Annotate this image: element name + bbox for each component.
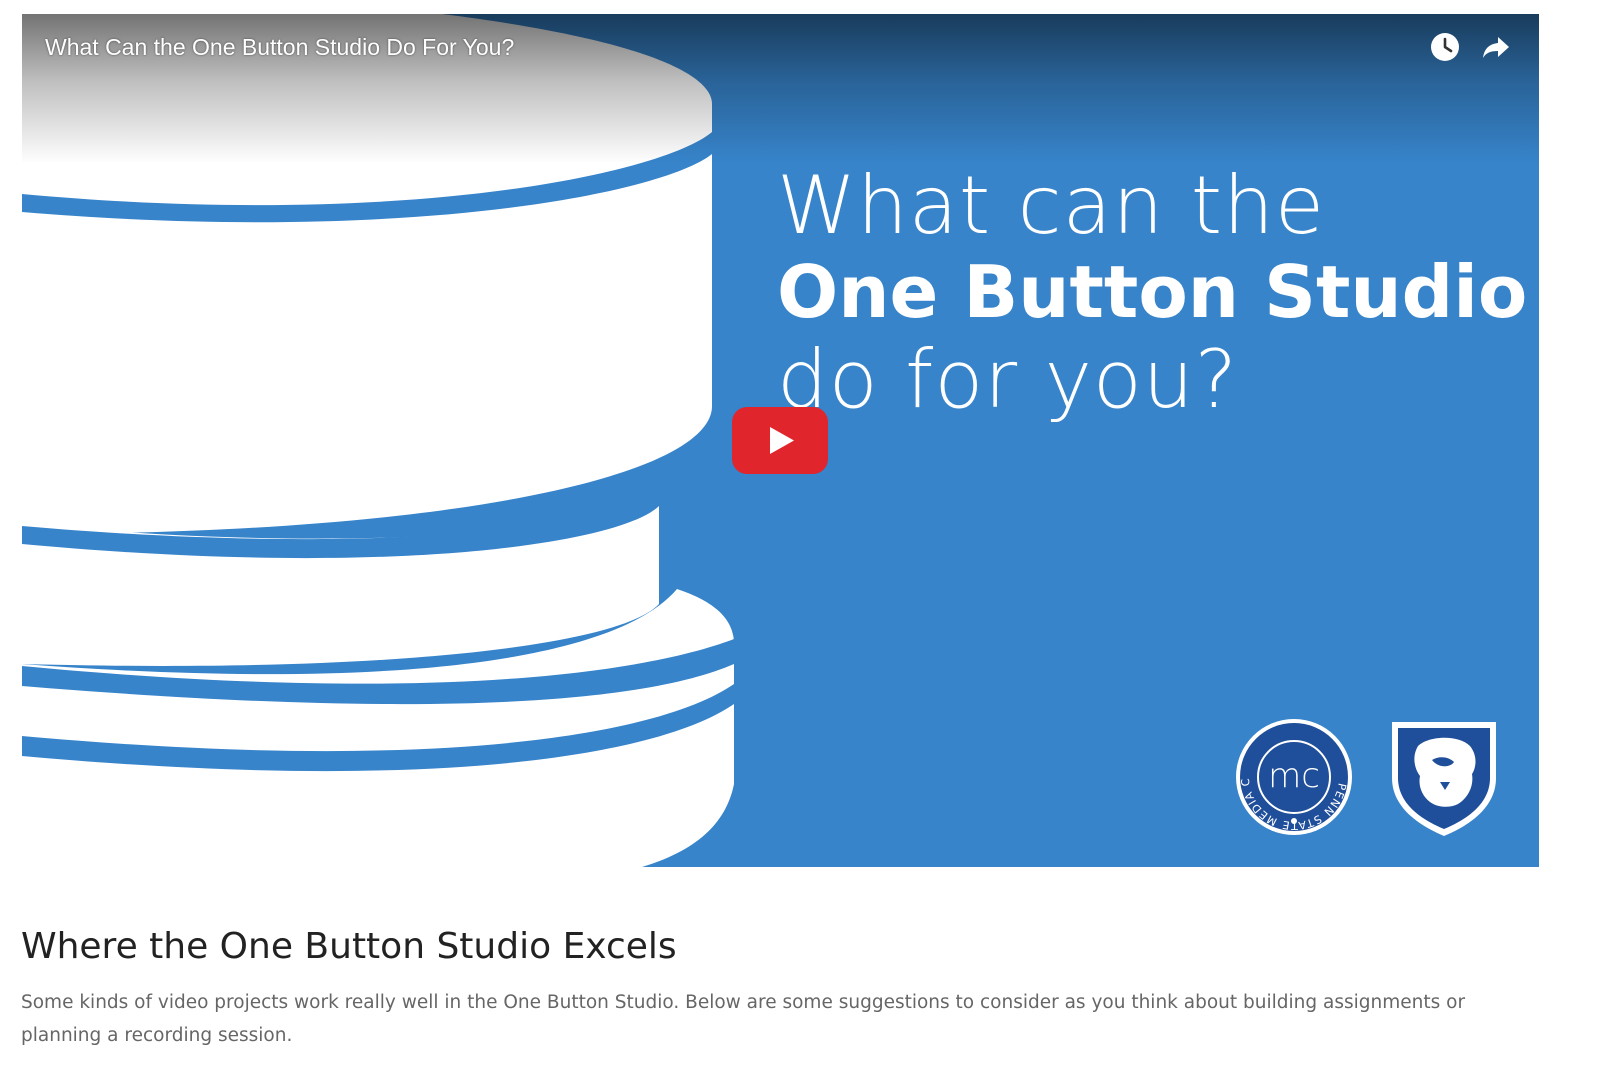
share-arrow-icon[interactable] xyxy=(1480,31,1512,63)
section-heading: Where the One Button Studio Excels xyxy=(21,926,677,967)
section-body: Some kinds of video projects work really… xyxy=(21,992,1466,1046)
video-headline: What can the One Button Studio do for yo… xyxy=(777,162,1527,423)
university-shield-logo xyxy=(1392,722,1496,836)
headline-line-2: One Button Studio xyxy=(777,250,1528,334)
headline-line-1: What can the xyxy=(777,159,1326,252)
play-button[interactable] xyxy=(732,407,828,474)
svg-text:mc: mc xyxy=(1268,756,1320,796)
headline-line-3: do for you? xyxy=(777,333,1239,426)
clock-icon[interactable] xyxy=(1429,31,1461,63)
media-commons-logo: mc PENN STATE MEDIA COMMONS xyxy=(1234,717,1352,835)
video-title[interactable]: What Can the One Button Studio Do For Yo… xyxy=(45,34,514,61)
video-player[interactable]: What Can the One Button Studio Do For Yo… xyxy=(22,14,1539,867)
